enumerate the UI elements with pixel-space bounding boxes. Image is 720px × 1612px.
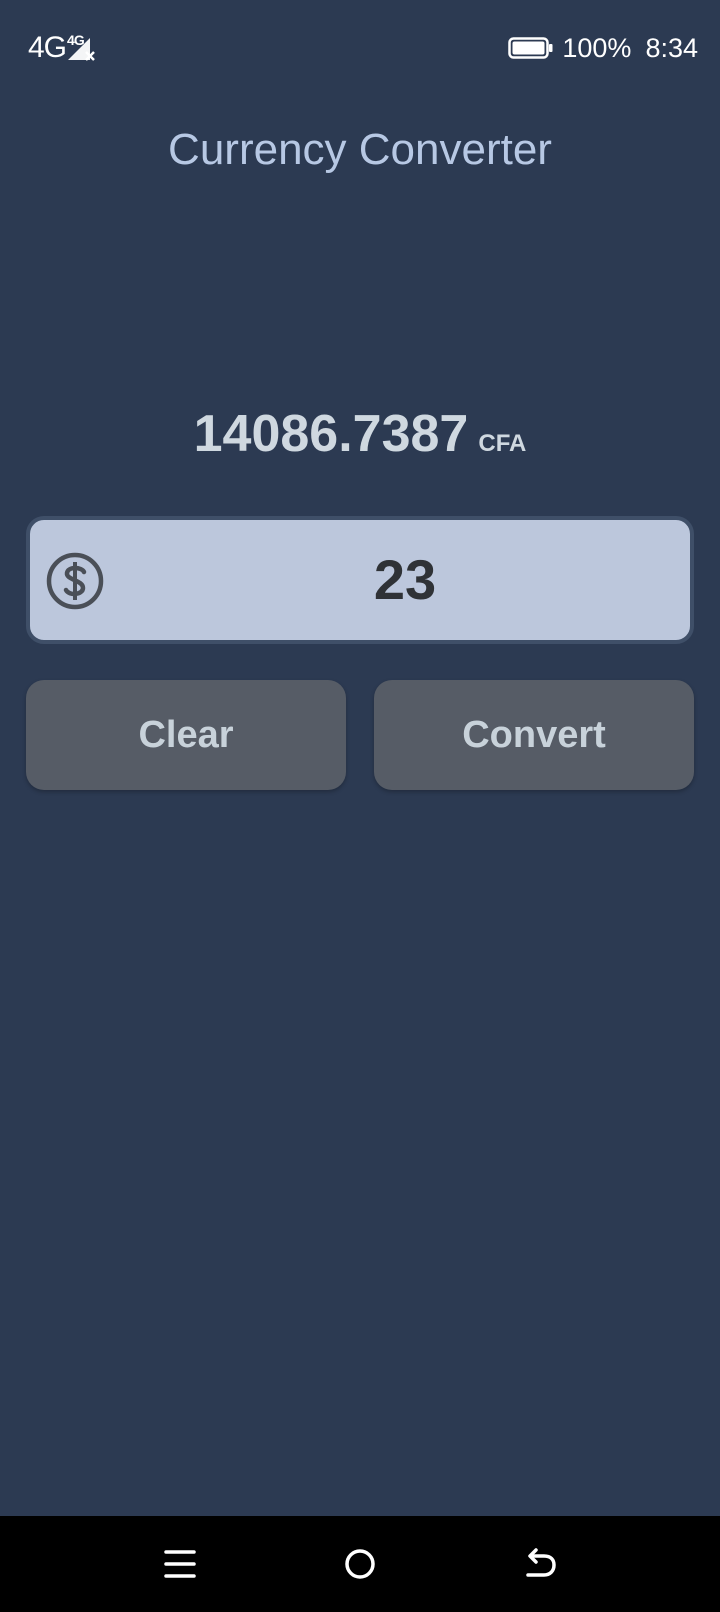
home-icon[interactable] xyxy=(338,1542,382,1586)
signal-icon xyxy=(67,38,95,61)
amount-value[interactable]: 23 xyxy=(120,548,690,612)
convert-button[interactable]: Convert xyxy=(374,680,694,790)
battery-icon xyxy=(508,37,553,59)
network-status: 4G 4G xyxy=(28,30,96,66)
page-title: Currency Converter xyxy=(168,125,552,174)
status-bar: 4G 4G 100% 8:34 xyxy=(0,0,720,96)
result-unit: CFA xyxy=(478,430,527,457)
navigation-bar xyxy=(0,1516,720,1612)
conversion-result: 14086.7387 CFA xyxy=(0,402,720,466)
menu-icon[interactable] xyxy=(158,1542,202,1586)
network-type: 4G xyxy=(28,31,67,64)
clock: 8:34 xyxy=(645,33,698,63)
back-icon[interactable] xyxy=(518,1542,562,1586)
battery-percent: 100% xyxy=(562,33,632,63)
dollar-circle-icon xyxy=(46,552,104,610)
app-screen: 4G 4G 100% 8:34 Currency Converter 14086… xyxy=(0,0,720,1612)
system-status: 100% 8:34 xyxy=(508,30,698,66)
clear-button[interactable]: Clear xyxy=(26,680,346,790)
result-value: 14086.7387 xyxy=(193,405,469,463)
amount-input[interactable]: 23 xyxy=(26,516,694,644)
